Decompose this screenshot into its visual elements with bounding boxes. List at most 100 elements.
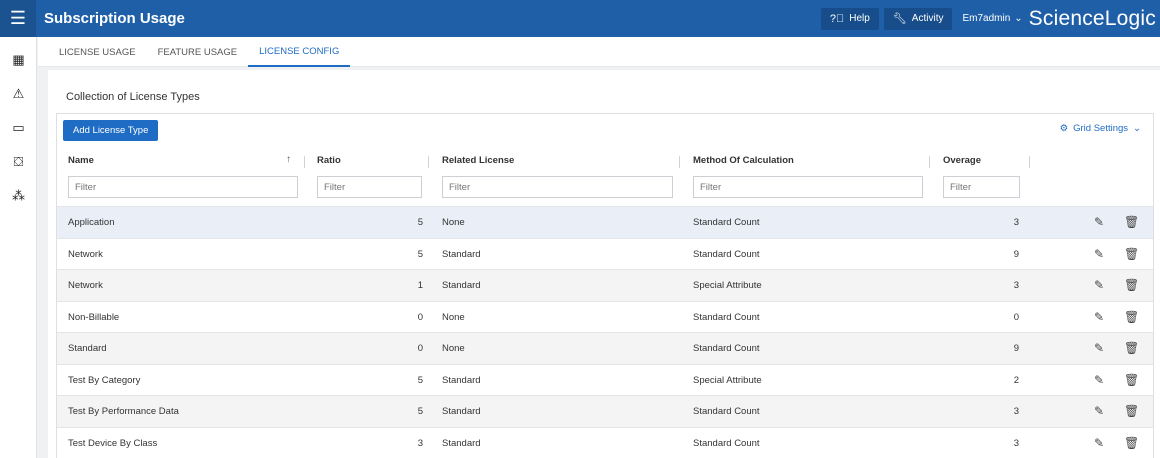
alert-triangle-icon[interactable]: ⚠︎: [0, 77, 37, 111]
cell-ratio: 1: [417, 280, 423, 291]
cell-ratio: 5: [417, 406, 423, 417]
pencil-icon[interactable]: ✎: [1094, 404, 1104, 418]
add-license-type-button[interactable]: Add License Type: [63, 120, 159, 141]
filter-overage-input[interactable]: [943, 176, 1020, 198]
panel-title: Collection of License Types: [66, 91, 200, 103]
column-header-ratio[interactable]: Ratio: [317, 155, 341, 166]
trash-icon[interactable]: 🗑︎: [1124, 215, 1139, 229]
toolbox-icon[interactable]: ⛋: [0, 145, 37, 179]
filter-method-input[interactable]: [693, 176, 923, 198]
cell-name: Standard: [68, 343, 107, 354]
column-divider[interactable]: [929, 156, 930, 168]
column-divider[interactable]: [304, 156, 305, 168]
cell-name: Test Device By Class: [68, 437, 158, 449]
pencil-icon[interactable]: ✎: [1094, 278, 1104, 292]
cell-ratio: 5: [417, 374, 423, 386]
tab-bar: LICENSE USAGE FEATURE USAGE LICENSE CONF…: [38, 37, 1160, 67]
pencil-icon[interactable]: ✎: [1094, 436, 1104, 450]
license-grid: Add License Type ⚙ Grid Settings ⌄ Name …: [56, 113, 1154, 458]
user-label: Em7admin: [962, 13, 1011, 24]
table-row[interactable]: Network 1 Standard Special Attribute 3 ✎…: [57, 269, 1153, 301]
top-bar: ☰ Subscription Usage ?⃝ Help 🔧︎ Activity…: [0, 0, 1160, 37]
column-header-name[interactable]: Name: [68, 155, 94, 166]
devices-icon[interactable]: ▭: [0, 111, 37, 145]
cell-ratio: 0: [417, 343, 423, 354]
cell-method: Special Attribute: [693, 280, 762, 291]
trash-icon[interactable]: 🗑︎: [1124, 278, 1139, 292]
pencil-icon[interactable]: ✎: [1094, 215, 1104, 229]
brand-logo: ScienceLogic: [1028, 6, 1156, 30]
cell-method: Standard Count: [693, 437, 760, 449]
cell-ratio: 5: [417, 248, 423, 260]
cell-related-license: None: [442, 311, 465, 323]
filter-ratio-input[interactable]: [317, 176, 422, 198]
activity-button[interactable]: 🔧︎ Activity: [883, 7, 953, 30]
column-header-overage[interactable]: Overage: [943, 155, 981, 166]
filter-related-license-input[interactable]: [442, 176, 673, 198]
cell-overage: 9: [1013, 248, 1019, 260]
arrow-up-icon[interactable]: ↑: [286, 154, 291, 165]
grid-settings-button[interactable]: ⚙ Grid Settings ⌄: [1060, 123, 1141, 134]
trash-icon[interactable]: 🗑︎: [1124, 404, 1139, 418]
pencil-icon[interactable]: ✎: [1094, 373, 1104, 387]
hamburger-menu-icon[interactable]: ☰: [0, 0, 36, 37]
table-row[interactable]: Non-Billable 0 None Standard Count 0 ✎ 🗑…: [57, 300, 1153, 333]
pencil-icon[interactable]: ✎: [1094, 310, 1104, 324]
cell-name: Test By Performance Data: [68, 406, 179, 417]
cell-name: Network: [68, 248, 103, 260]
table-row[interactable]: Network 5 Standard Standard Count 9 ✎ 🗑︎: [57, 237, 1153, 270]
cell-overage: 0: [1013, 311, 1019, 323]
gear-icon: ⚙: [1059, 123, 1069, 134]
help-button[interactable]: ?⃝ Help: [820, 7, 879, 30]
table-row[interactable]: Test Device By Class 3 Standard Standard…: [57, 426, 1153, 458]
page-title: Subscription Usage: [44, 10, 185, 27]
trash-icon[interactable]: 🗑︎: [1124, 341, 1139, 355]
tab-license-usage[interactable]: LICENSE USAGE: [48, 37, 147, 67]
user-menu[interactable]: Em7admin ⌄: [962, 13, 1022, 24]
table-row[interactable]: Application 5 None Standard Count 3 ✎ 🗑︎: [57, 206, 1153, 238]
activity-label: Activity: [911, 13, 944, 24]
cell-ratio: 0: [417, 311, 423, 323]
chevron-down-icon: ⌄: [1133, 123, 1141, 134]
cell-overage: 3: [1013, 437, 1019, 449]
cell-related-license: Standard: [442, 374, 481, 386]
trash-icon[interactable]: 🗑︎: [1124, 436, 1139, 450]
cell-related-license: None: [442, 217, 465, 228]
cell-method: Special Attribute: [693, 374, 762, 386]
cell-name: Network: [68, 280, 103, 291]
tab-feature-usage[interactable]: FEATURE USAGE: [147, 37, 249, 67]
cell-method: Standard Count: [693, 217, 760, 228]
grid-settings-label: Grid Settings: [1073, 123, 1129, 134]
table-row[interactable]: Standard 0 None Standard Count 9 ✎ 🗑︎: [57, 332, 1153, 364]
dashboard-icon[interactable]: ▦: [0, 43, 37, 77]
topology-icon[interactable]: ⁂: [0, 179, 37, 213]
cell-overage: 3: [1013, 217, 1019, 228]
table-header: Name ↑ Ratio Related License Method Of C…: [57, 149, 1153, 173]
cell-overage: 2: [1013, 374, 1019, 386]
pencil-icon[interactable]: ✎: [1094, 341, 1104, 355]
column-header-related-license[interactable]: Related License: [442, 155, 514, 166]
cell-method: Standard Count: [693, 248, 760, 260]
column-divider[interactable]: [1029, 156, 1030, 168]
sidebar: ▦ ⚠︎ ▭ ⛋ ⁂: [0, 37, 37, 458]
cell-method: Standard Count: [693, 311, 760, 323]
column-header-method[interactable]: Method Of Calculation: [693, 155, 794, 166]
table-row[interactable]: Test By Performance Data 5 Standard Stan…: [57, 395, 1153, 427]
pencil-icon[interactable]: ✎: [1094, 247, 1104, 261]
cell-related-license: Standard: [442, 437, 481, 449]
cell-overage: 9: [1013, 343, 1019, 354]
cell-overage: 3: [1013, 280, 1019, 291]
cell-related-license: Standard: [442, 280, 481, 291]
cell-method: Standard Count: [693, 406, 760, 417]
tab-license-config[interactable]: LICENSE CONFIG: [248, 37, 351, 67]
filter-name-input[interactable]: [68, 176, 298, 198]
trash-icon[interactable]: 🗑︎: [1124, 247, 1139, 261]
cell-related-license: None: [442, 343, 465, 354]
cell-name: Application: [68, 217, 115, 228]
table-row[interactable]: Test By Category 5 Standard Special Attr…: [57, 363, 1153, 396]
cell-related-license: Standard: [442, 406, 481, 417]
trash-icon[interactable]: 🗑︎: [1124, 310, 1139, 324]
trash-icon[interactable]: 🗑︎: [1124, 373, 1139, 387]
column-divider[interactable]: [428, 156, 429, 168]
column-divider[interactable]: [679, 156, 680, 168]
